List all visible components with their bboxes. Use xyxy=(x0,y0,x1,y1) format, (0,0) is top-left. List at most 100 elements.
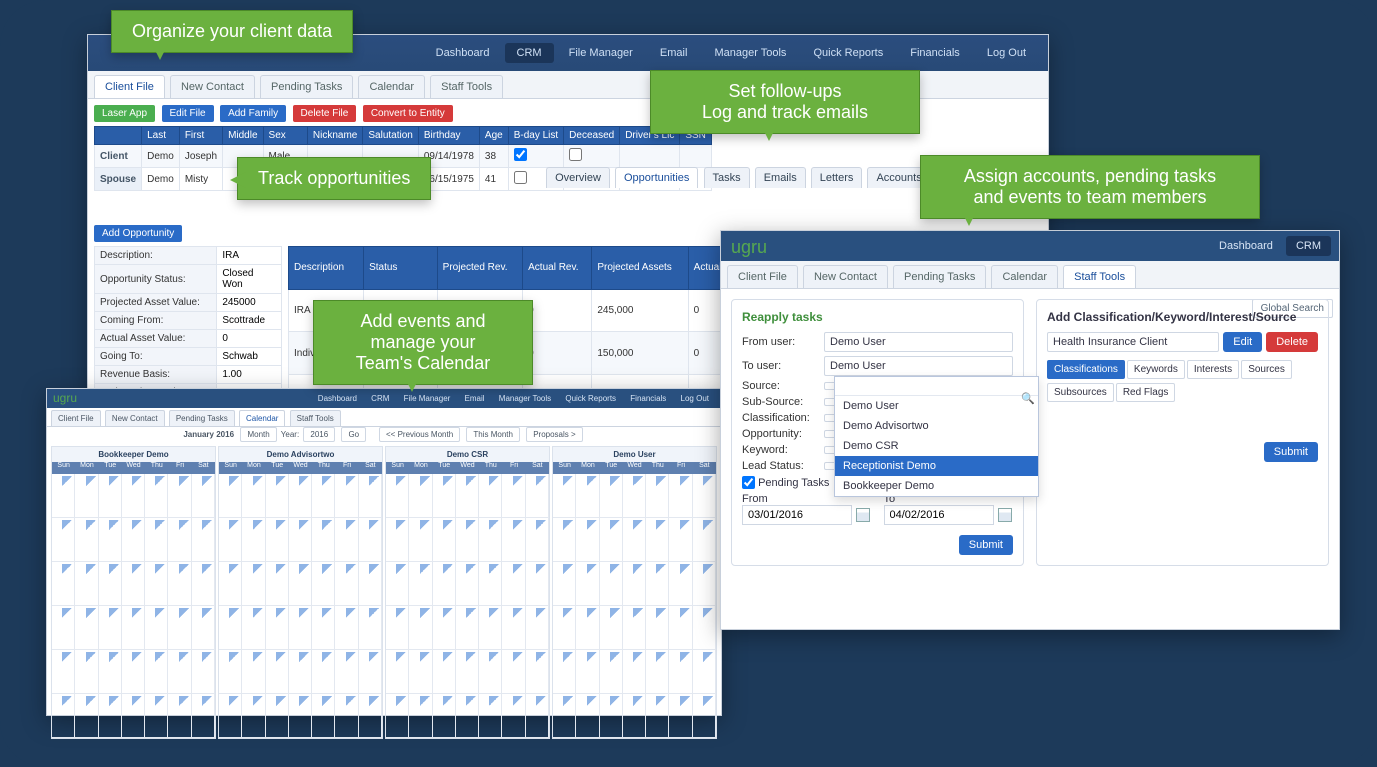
cal-cell[interactable] xyxy=(168,694,191,738)
class-text-input[interactable] xyxy=(1047,410,1318,432)
cal-cell[interactable] xyxy=(386,562,409,606)
cal-cell[interactable] xyxy=(646,650,669,694)
cal-cell[interactable] xyxy=(502,518,525,562)
tab-new-contact[interactable]: New Contact xyxy=(170,75,255,98)
dtab-emails[interactable]: Emails xyxy=(755,167,806,188)
cal-cell[interactable] xyxy=(502,694,525,738)
cal-cell[interactable] xyxy=(409,562,432,606)
nav-crm[interactable]: CRM xyxy=(1286,236,1331,256)
cal-cell[interactable] xyxy=(409,650,432,694)
tab-client-file[interactable]: Client File xyxy=(94,75,165,98)
cal-cell[interactable] xyxy=(359,518,382,562)
from-date-input[interactable] xyxy=(742,505,852,525)
cal-cell[interactable] xyxy=(479,518,502,562)
cal-cell[interactable] xyxy=(289,518,312,562)
cal-cell[interactable] xyxy=(168,606,191,650)
cal-cell[interactable] xyxy=(409,694,432,738)
cal-cell[interactable] xyxy=(219,694,242,738)
cal-cell[interactable] xyxy=(289,606,312,650)
deceased-checkbox[interactable] xyxy=(569,148,582,161)
cal-cell[interactable] xyxy=(168,518,191,562)
cal-cell[interactable] xyxy=(646,518,669,562)
cal-cell[interactable] xyxy=(526,650,549,694)
cal-cell[interactable] xyxy=(553,694,576,738)
chip-keywords[interactable]: Keywords xyxy=(1127,360,1185,379)
cal-cell[interactable] xyxy=(502,650,525,694)
cal-cell[interactable] xyxy=(479,650,502,694)
cal-cell[interactable] xyxy=(242,650,265,694)
class-value-select[interactable]: Health Insurance Client xyxy=(1047,332,1219,352)
cal-cell[interactable] xyxy=(192,518,215,562)
cal-cell[interactable] xyxy=(145,694,168,738)
cal-cell[interactable] xyxy=(52,606,75,650)
cal-cell[interactable] xyxy=(122,606,145,650)
cal-cell[interactable] xyxy=(145,650,168,694)
to-user-select[interactable]: Demo User xyxy=(824,356,1013,376)
cal-cell[interactable] xyxy=(242,518,265,562)
cal-cell[interactable] xyxy=(502,562,525,606)
cal-cell[interactable] xyxy=(359,650,382,694)
cal-cell[interactable] xyxy=(242,694,265,738)
cal-cell[interactable] xyxy=(289,474,312,518)
dropdown-option[interactable]: Demo CSR xyxy=(835,436,1038,456)
cal-cell[interactable] xyxy=(75,474,98,518)
opp-col[interactable]: Status xyxy=(364,247,438,290)
cal-cell[interactable] xyxy=(693,474,716,518)
cal-cell[interactable] xyxy=(553,650,576,694)
cal-cell[interactable] xyxy=(99,650,122,694)
cal-cell[interactable] xyxy=(526,606,549,650)
cal-cell[interactable] xyxy=(75,518,98,562)
cal-cell[interactable] xyxy=(479,606,502,650)
edit-file-button[interactable]: Edit File xyxy=(162,105,214,122)
cal-cell[interactable] xyxy=(219,518,242,562)
cal-cell[interactable] xyxy=(600,606,623,650)
cal-cell[interactable] xyxy=(669,606,692,650)
opp-col[interactable]: Description xyxy=(289,247,364,290)
cal-cell[interactable] xyxy=(145,562,168,606)
opp-col[interactable]: Projected Rev. xyxy=(437,247,522,290)
cal-cell[interactable] xyxy=(219,562,242,606)
cal-cell[interactable] xyxy=(479,694,502,738)
cal-cell[interactable] xyxy=(502,474,525,518)
nav-email[interactable]: Email xyxy=(648,43,700,63)
delete-button[interactable]: Delete xyxy=(1266,332,1318,352)
cal-cell[interactable] xyxy=(312,606,335,650)
nav-financials[interactable]: Financials xyxy=(624,392,672,405)
cal-cell[interactable] xyxy=(122,694,145,738)
dtab-opportunities[interactable]: Opportunities xyxy=(615,167,698,188)
to-date-input[interactable] xyxy=(884,505,994,525)
cal-year[interactable]: 2016 xyxy=(303,427,335,442)
cal-cell[interactable] xyxy=(669,562,692,606)
cal-cell[interactable] xyxy=(433,474,456,518)
tab-client-file[interactable]: Client File xyxy=(51,410,101,426)
cal-cell[interactable] xyxy=(386,606,409,650)
dtab-letters[interactable]: Letters xyxy=(811,167,863,188)
col-bday-list[interactable]: B-day List xyxy=(508,127,563,145)
cal-cell[interactable] xyxy=(576,562,599,606)
cal-cell[interactable] xyxy=(693,518,716,562)
cal-cell[interactable] xyxy=(553,474,576,518)
nav-log-out[interactable]: Log Out xyxy=(675,392,715,405)
cell-blist[interactable] xyxy=(508,145,563,168)
cal-cell[interactable] xyxy=(693,606,716,650)
nav-quick-reports[interactable]: Quick Reports xyxy=(802,43,896,63)
tab-calendar[interactable]: Calendar xyxy=(358,75,425,98)
cal-cell[interactable] xyxy=(386,694,409,738)
cal-cell[interactable] xyxy=(99,606,122,650)
delete-file-button[interactable]: Delete File xyxy=(293,105,357,122)
cal-cell[interactable] xyxy=(576,650,599,694)
cal-cell[interactable] xyxy=(99,474,122,518)
cal-cell[interactable] xyxy=(553,562,576,606)
cal-cell[interactable] xyxy=(99,562,122,606)
col-last[interactable]: Last xyxy=(142,127,180,145)
cal-cell[interactable] xyxy=(600,650,623,694)
cal-cell[interactable] xyxy=(456,606,479,650)
cal-cell[interactable] xyxy=(386,650,409,694)
chip-classifications[interactable]: Classifications xyxy=(1047,360,1125,379)
cal-cell[interactable] xyxy=(242,606,265,650)
cal-cell[interactable] xyxy=(646,562,669,606)
cal-cell[interactable] xyxy=(600,562,623,606)
cal-cell[interactable] xyxy=(646,606,669,650)
cal-cell[interactable] xyxy=(669,474,692,518)
cal-cell[interactable] xyxy=(75,650,98,694)
